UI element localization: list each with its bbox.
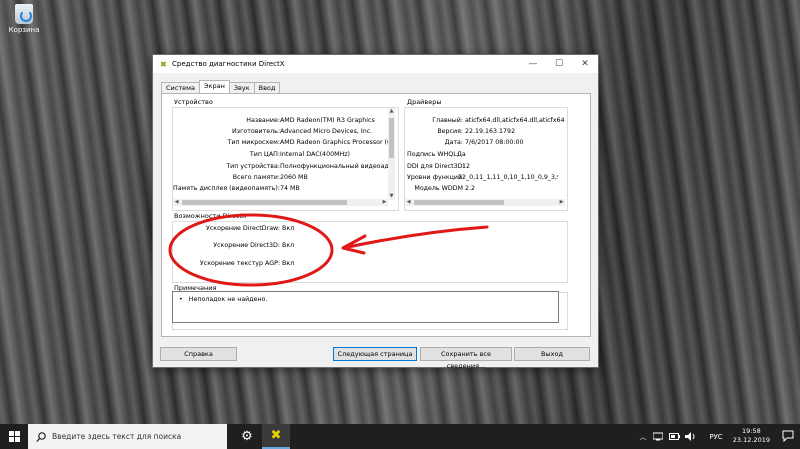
feature-levels-value: 12_0,11_1,11_0,10_1,10_0,9_3,9_2, xyxy=(458,174,558,181)
window-title: Средство диагностики DirectX xyxy=(172,60,285,68)
manufacturer-label: Изготовитель: xyxy=(232,128,280,135)
driver-date-label: Дата: xyxy=(444,139,463,146)
scrollbar-thumb[interactable] xyxy=(414,200,504,205)
main-driver-value: aticfx64.dll,aticfx64.dll,aticfx64.dll,a… xyxy=(465,117,565,124)
dxdiag-taskbar-button[interactable]: ✖ xyxy=(262,424,290,449)
ddi-value: 12 xyxy=(462,163,471,170)
tab-system[interactable]: Система xyxy=(161,82,201,93)
taskbar: Введите здесь текст для поиска ⚙ ✖ ︿ РУС… xyxy=(0,424,800,449)
notes-item: • Неполадок не найдено. xyxy=(179,296,268,303)
driver-version-value: 22.19.163.1792 xyxy=(465,128,516,135)
tab-strip: Система Экран Звук Ввод xyxy=(161,80,281,93)
total-memory-label: Всего памяти: xyxy=(232,174,280,181)
search-placeholder: Введите здесь текст для поиска xyxy=(52,432,182,441)
dac-type-label: Тип ЦАП: xyxy=(249,151,280,158)
agp-texture-accel-label: Ускорение текстур AGP: xyxy=(199,260,280,267)
directdraw-accel-value: Вкл xyxy=(282,225,295,232)
device-name-label: Название: xyxy=(246,117,280,124)
minimize-button[interactable]: — xyxy=(520,55,546,73)
device-horizontal-scrollbar[interactable]: ◀ ▶ xyxy=(173,199,388,206)
drivers-horizontal-scrollbar[interactable]: ◀ ▶ xyxy=(405,199,565,206)
windows-logo-icon xyxy=(8,431,20,442)
device-group-label: Устройство xyxy=(174,98,213,106)
display-memory-label: Память дисплея (видеопамять): xyxy=(172,185,280,192)
dxdiag-window: ✖ Средство диагностики DirectX — ☐ ✕ Сис… xyxy=(152,54,599,370)
scroll-right-arrow-icon[interactable]: ▶ xyxy=(381,199,388,206)
device-type-label: Тип устройства: xyxy=(226,163,280,170)
features-group-label: Возможности DirectX xyxy=(174,212,247,220)
input-language-indicator[interactable]: РУС xyxy=(706,424,726,449)
network-icon[interactable] xyxy=(651,424,665,449)
direct3d-accel-value: Вкл xyxy=(282,242,295,249)
directx-icon: ✖ xyxy=(270,428,282,443)
clock-date: 23.12.2019 xyxy=(732,436,770,444)
direct3d-accel-label: Ускорение Direct3D: xyxy=(213,242,280,249)
chip-type-label: Тип микросхем: xyxy=(227,139,281,146)
recycle-bin-label: Корзина xyxy=(8,26,40,34)
whql-label: Подпись WHQL: xyxy=(407,151,459,158)
scroll-up-arrow-icon[interactable]: ▲ xyxy=(388,108,395,115)
scrollbar-thumb[interactable] xyxy=(182,200,347,205)
wddm-model-label: Модель WDDM xyxy=(414,185,463,192)
drivers-group-label: Драйверы xyxy=(407,98,442,106)
device-name-value: AMD Radeon(TM) R3 Graphics xyxy=(280,117,375,124)
gear-icon: ⚙ xyxy=(241,429,253,444)
tab-sound[interactable]: Звук xyxy=(228,82,255,93)
clock-time: 19:58 xyxy=(742,427,761,435)
notes-item-text: Неполадок не найдено. xyxy=(188,296,268,303)
taskbar-search-box[interactable]: Введите здесь текст для поиска xyxy=(28,424,227,449)
exit-button[interactable]: Выход xyxy=(514,347,590,361)
device-type-value: Полнофункциональный видеоадап xyxy=(280,163,388,170)
display-memory-value: 74 MB xyxy=(280,185,300,192)
title-bar[interactable]: ✖ Средство диагностики DirectX — ☐ ✕ xyxy=(153,55,598,73)
system-clock[interactable]: 19:58 23.12.2019 xyxy=(733,427,770,445)
start-button[interactable] xyxy=(0,424,28,449)
driver-date-value: 7/6/2017 08:00:00 xyxy=(465,139,524,146)
scroll-right-arrow-icon[interactable]: ▶ xyxy=(558,199,565,206)
recycle-bin-desktop-icon[interactable]: Корзина xyxy=(6,4,42,34)
recycle-bin-icon xyxy=(15,4,33,24)
close-button[interactable]: ✕ xyxy=(572,55,598,73)
manufacturer-value: Advanced Micro Devices, Inc. xyxy=(280,128,373,135)
main-driver-label: Главный: xyxy=(432,117,463,124)
scrollbar-thumb[interactable] xyxy=(389,118,394,158)
search-icon xyxy=(36,431,46,442)
chip-type-value: AMD Radeon Graphics Processor (0x9 xyxy=(280,139,388,146)
maximize-button[interactable]: ☐ xyxy=(546,55,572,73)
dac-type-value: Internal DAC(400MHz) xyxy=(280,151,351,158)
whql-value: Да xyxy=(457,151,466,158)
settings-taskbar-button[interactable]: ⚙ xyxy=(233,424,261,449)
scroll-left-arrow-icon[interactable]: ◀ xyxy=(173,199,180,206)
scroll-down-arrow-icon[interactable]: ▼ xyxy=(388,193,395,200)
wddm-model-value: 2.2 xyxy=(465,185,476,192)
notes-textbox[interactable]: • Неполадок не найдено. xyxy=(172,291,559,323)
tab-input[interactable]: Ввод xyxy=(253,82,281,93)
battery-icon[interactable] xyxy=(667,424,681,449)
action-center-icon[interactable] xyxy=(782,430,794,443)
driver-version-label: Версия: xyxy=(437,128,463,135)
feature-levels-label: Уровни функций: xyxy=(407,174,465,181)
total-memory-value: 2060 MB xyxy=(280,174,308,181)
save-all-info-button[interactable]: Сохранить все сведения... xyxy=(420,347,512,370)
device-vertical-scrollbar[interactable]: ▲ ▼ xyxy=(388,108,395,200)
ddi-label: DDI для Direct3D: xyxy=(407,163,465,170)
volume-icon[interactable] xyxy=(683,424,697,449)
scroll-left-arrow-icon[interactable]: ◀ xyxy=(405,199,412,206)
tab-display[interactable]: Экран xyxy=(199,80,230,93)
agp-texture-accel-value: Вкл xyxy=(282,260,295,267)
show-hidden-icons-chevron-icon[interactable]: ︿ xyxy=(637,424,649,449)
next-page-button[interactable]: Следующая страница xyxy=(333,347,417,361)
help-button[interactable]: Справка xyxy=(160,347,237,361)
directdraw-accel-label: Ускорение DirectDraw: xyxy=(206,225,280,232)
directx-app-icon: ✖ xyxy=(160,59,167,69)
